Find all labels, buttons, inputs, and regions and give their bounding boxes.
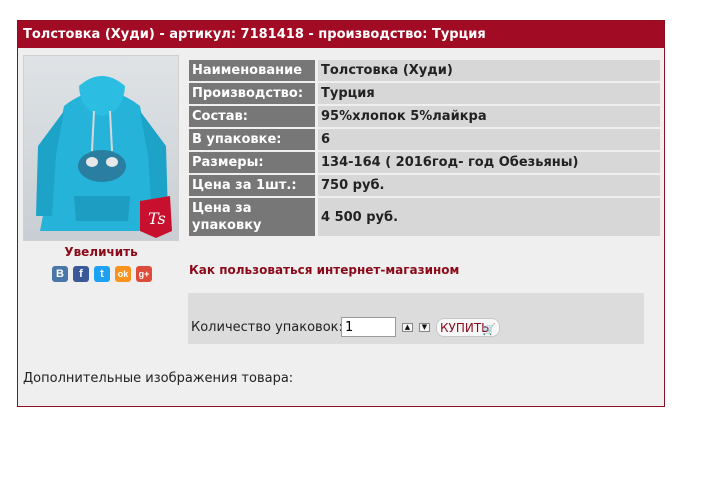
spec-value: Турция (318, 83, 660, 104)
cart-icon: 🛒 (482, 323, 496, 336)
spec-value: 750 руб. (318, 175, 660, 196)
brand-badge: Ts (140, 196, 172, 238)
spec-row: Производство: Турция (189, 83, 660, 104)
spec-key: Цена за 1шт.: (189, 175, 318, 196)
product-header: Толстовка (Худи) - артикул: 7181418 - пр… (18, 21, 664, 48)
spec-row: Наименование Толстовка (Худи) (189, 60, 660, 81)
quantity-down-icon[interactable]: ▼ (419, 323, 430, 332)
product-image[interactable]: Ts (23, 55, 179, 241)
spec-key: Производство: (189, 83, 318, 104)
spec-value: Толстовка (Худи) (318, 60, 660, 81)
spec-row: Цена за упаковку 4 500 руб. (189, 198, 660, 236)
spec-row: Цена за 1шт.: 750 руб. (189, 175, 660, 196)
twitter-icon[interactable]: t (94, 266, 110, 282)
buy-box: Количество упаковок: ▲ ▼ КУПИТЬ 🛒 (188, 293, 644, 344)
spec-value: 4 500 руб. (318, 198, 660, 236)
quantity-input[interactable] (341, 317, 396, 337)
hoodie-illustration: Ts (36, 76, 172, 238)
spec-row: Состав: 95%хлопок 5%лайкра (189, 106, 660, 127)
spec-key: В упаковке: (189, 129, 318, 150)
extra-images-label: Дополнительные изображения товара: (23, 371, 294, 386)
spec-row: Размеры: 134-164 ( 2016год- год Обезьяны) (189, 152, 660, 173)
spec-value: 95%хлопок 5%лайкра (318, 106, 660, 127)
vk-icon[interactable]: В (52, 266, 68, 282)
buy-button[interactable]: КУПИТЬ 🛒 (436, 318, 500, 337)
spec-key: Состав: (189, 106, 318, 127)
howto-link[interactable]: Как пользоваться интернет-магазином (189, 263, 459, 277)
spec-value: 6 (318, 129, 660, 150)
facebook-icon[interactable]: f (73, 266, 89, 282)
product-specs-table: Наименование Толстовка (Худи) Производство… (189, 58, 660, 238)
svg-text:Ts: Ts (148, 209, 166, 228)
spec-key: Цена за упаковку (189, 198, 318, 236)
spec-value: 134-164 ( 2016год- год Обезьяны) (318, 152, 660, 173)
spec-key: Наименование (189, 60, 318, 81)
spec-row: В упаковке: 6 (189, 129, 660, 150)
quantity-label: Количество упаковок: (191, 320, 343, 335)
spec-key: Размеры: (189, 152, 318, 173)
enlarge-link[interactable]: Увеличить (23, 245, 179, 259)
product-panel: Толстовка (Худи) - артикул: 7181418 - пр… (17, 20, 665, 407)
odnoklassniki-icon[interactable]: ok (115, 266, 131, 282)
google-plus-icon[interactable]: g+ (136, 266, 152, 282)
quantity-up-icon[interactable]: ▲ (402, 323, 413, 332)
